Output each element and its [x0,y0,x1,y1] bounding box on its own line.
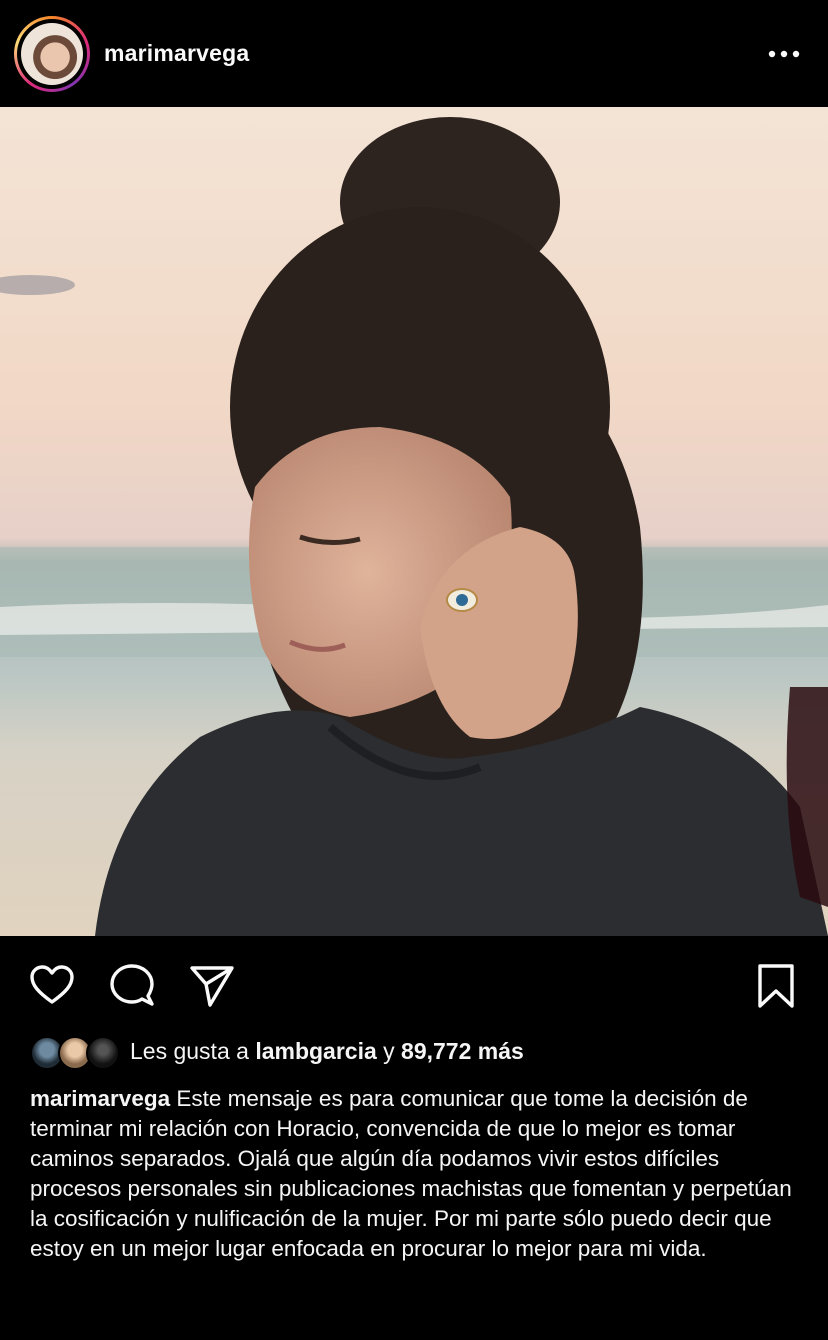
bookmark-icon[interactable] [752,962,800,1010]
avatar[interactable] [21,23,83,85]
likes-connector: y [383,1038,395,1064]
story-ring[interactable] [14,16,90,92]
post-photo[interactable] [0,107,828,936]
post-header: marimarvega [0,0,828,107]
liker-avatars[interactable] [30,1036,120,1070]
likes-prefix: Les gusta a [130,1038,249,1064]
comment-icon[interactable] [108,962,156,1010]
caption-text: Este mensaje es para comunicar que tome … [30,1086,792,1261]
likes-count[interactable]: 89,772 más [401,1038,524,1064]
caption-username[interactable]: marimarvega [30,1086,170,1111]
post-caption: marimarvega Este mensaje es para comunic… [30,1084,810,1264]
heart-icon[interactable] [28,962,76,1010]
send-icon[interactable] [188,962,236,1010]
post-username[interactable]: marimarvega [104,40,249,67]
avatar [86,1036,120,1070]
more-horizontal-icon[interactable] [762,40,806,68]
action-bar [0,936,828,1034]
likes-row: Les gusta a lambgarcia y 89,772 más [0,1034,828,1078]
liker-username[interactable]: lambgarcia [255,1038,376,1064]
likes-summary[interactable]: Les gusta a lambgarcia y 89,772 más [130,1038,524,1065]
